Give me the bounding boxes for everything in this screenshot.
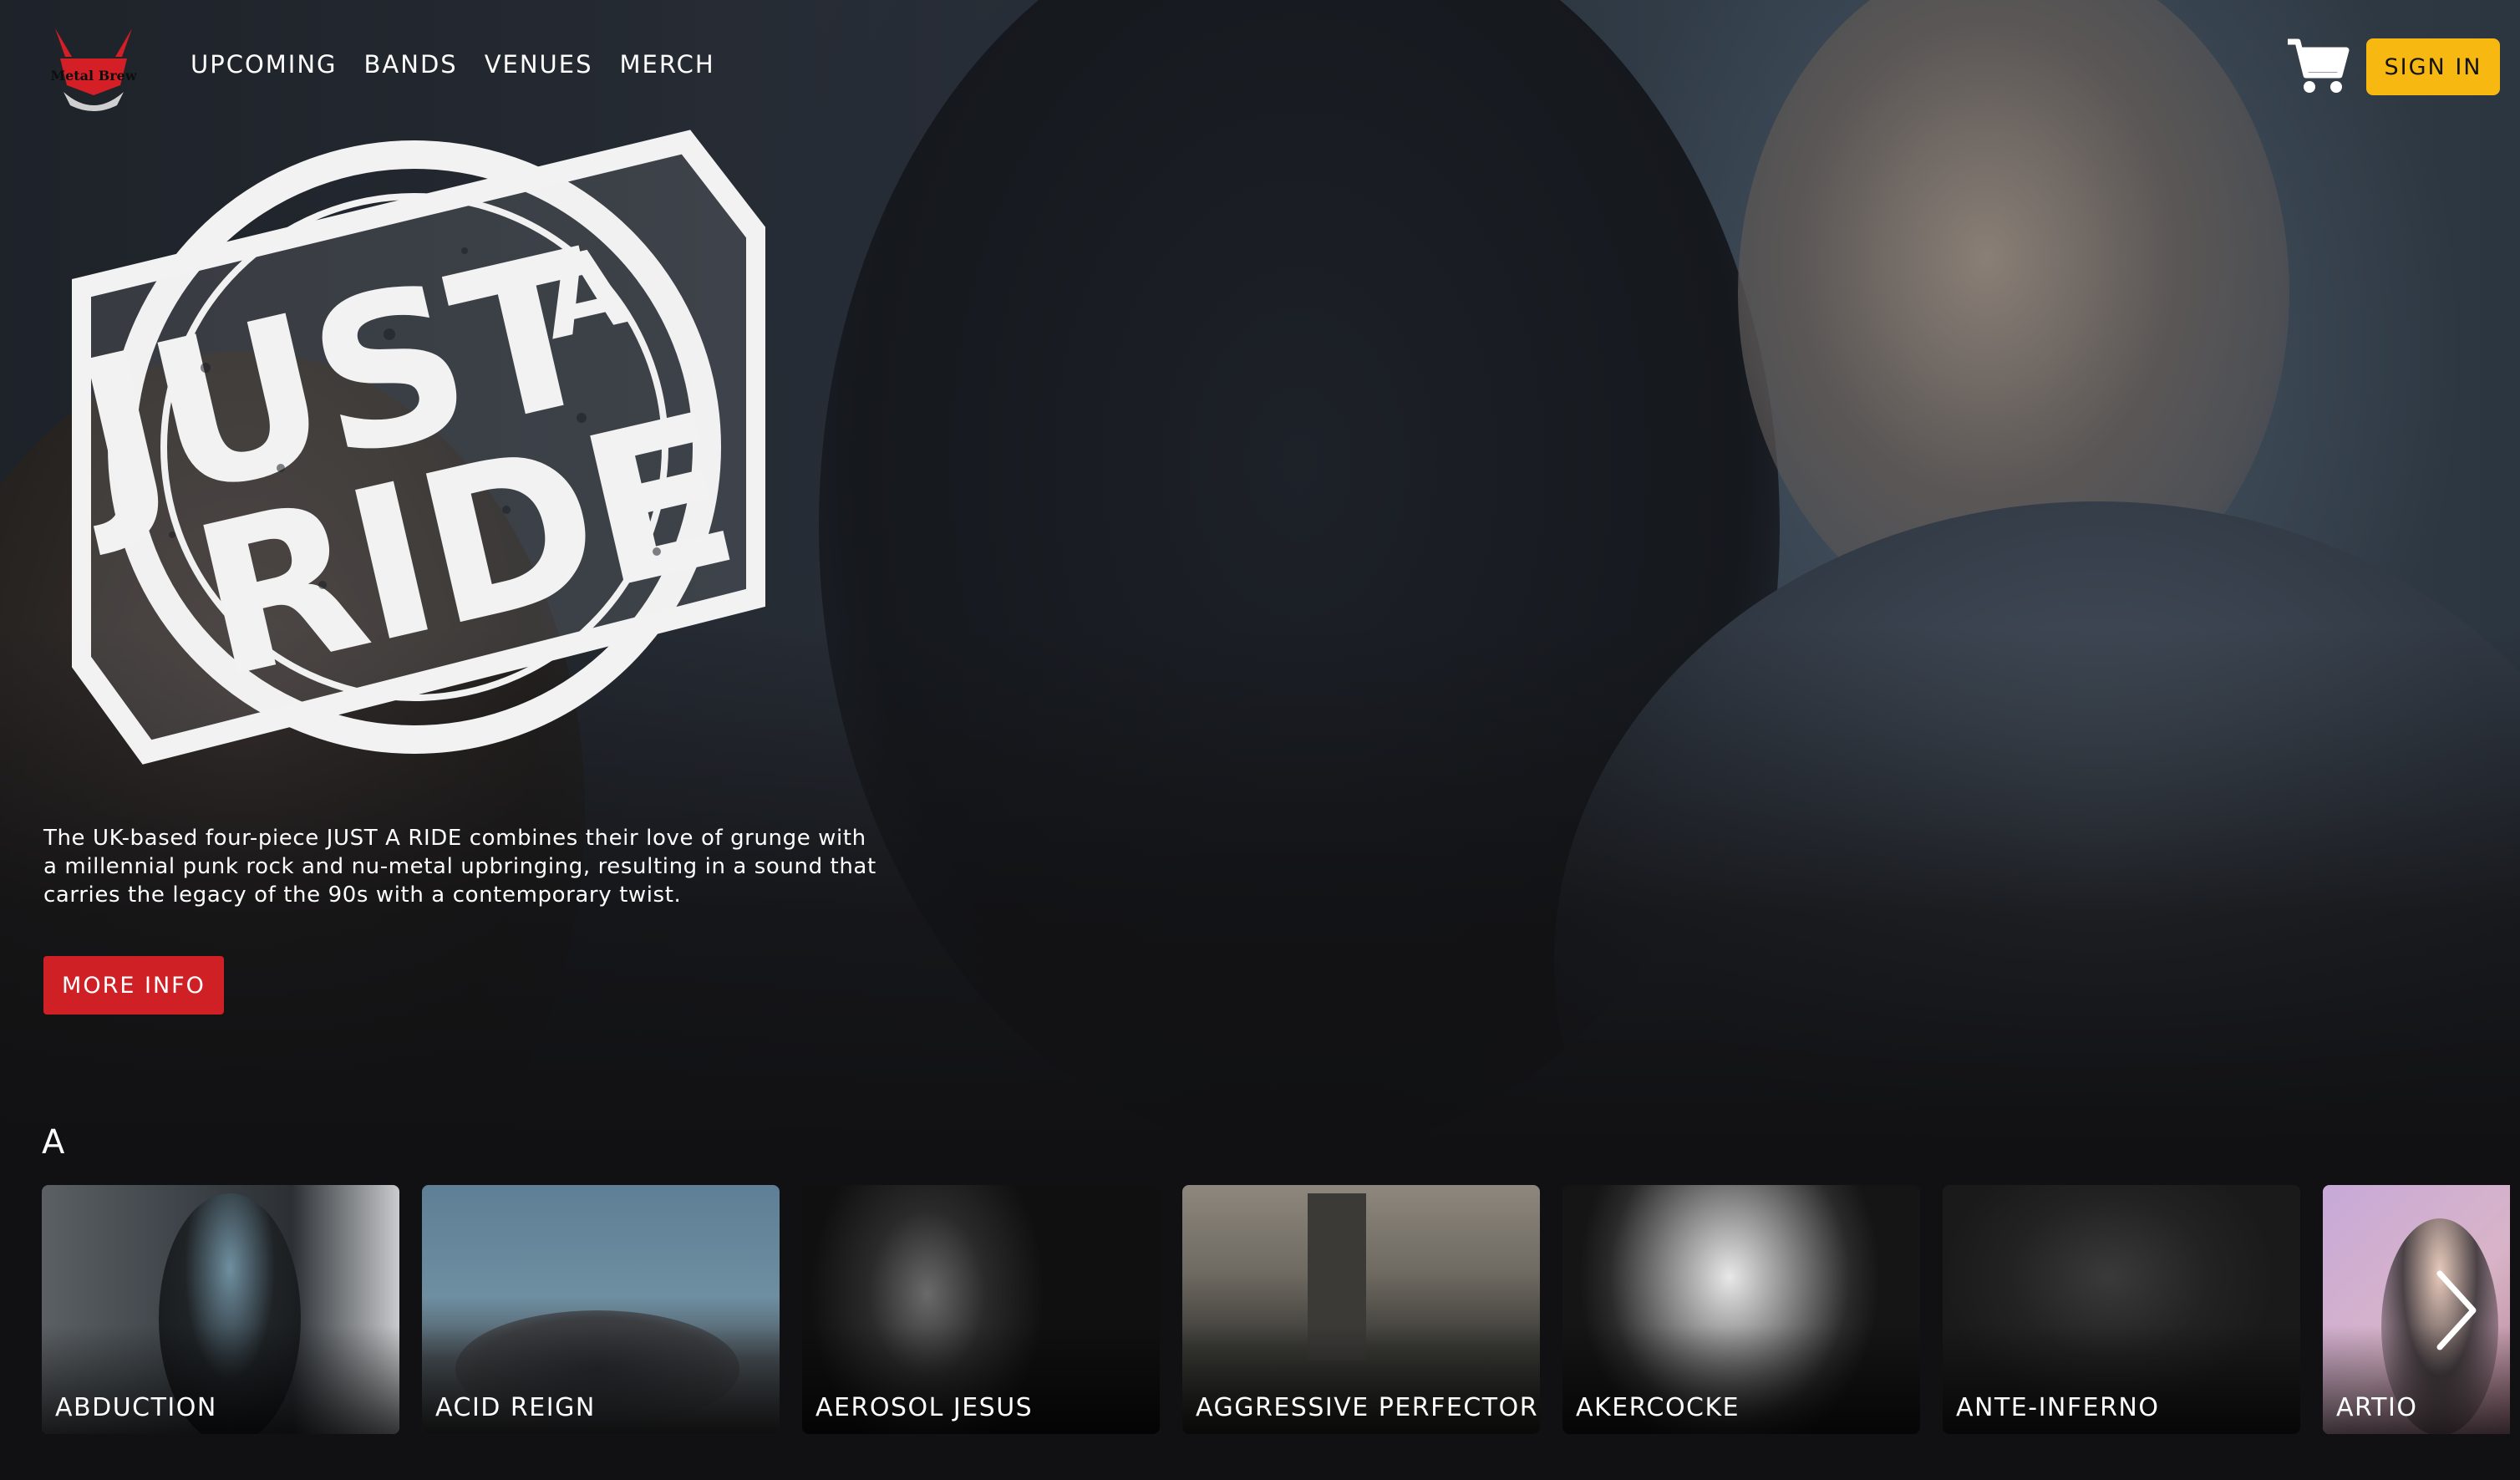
band-card-aggressive-perfector[interactable]: AGGRESSIVE PERFECTOR	[1182, 1185, 1540, 1434]
nav-merch[interactable]: MERCH	[620, 50, 715, 79]
band-card-name: ACID REIGN	[435, 1393, 596, 1422]
site-logo[interactable]: Metal Brew	[43, 18, 144, 119]
more-info-button[interactable]: MORE INFO	[43, 956, 224, 1015]
shopping-cart-icon[interactable]	[2286, 37, 2350, 97]
nav-bands[interactable]: BANDS	[364, 50, 458, 79]
sign-in-button[interactable]: SIGN IN	[2366, 38, 2500, 95]
band-card-row: ABDUCTION ACID REIGN AEROSOL JESUS AGGRE…	[42, 1185, 2510, 1434]
hero-banner: JUST A RIDE	[0, 0, 2520, 1145]
band-card-akercocke[interactable]: AKERCOCKE	[1562, 1185, 1920, 1434]
chevron-right-icon[interactable]	[2430, 1267, 2483, 1354]
hero-description: The UK-based four-piece JUST A RIDE comb…	[43, 826, 876, 908]
band-card-name: AGGRESSIVE PERFECTOR	[1196, 1393, 1539, 1422]
top-navigation-bar: Metal Brew UPCOMING BANDS VENUES MERCH S…	[0, 0, 2520, 134]
band-card-name: AEROSOL JESUS	[815, 1393, 1034, 1422]
band-card-name: ANTE-INFERNO	[1956, 1393, 2160, 1422]
band-row-letter-heading: A	[42, 1123, 65, 1162]
band-card-abduction[interactable]: ABDUCTION	[42, 1185, 399, 1434]
band-card-name: ABDUCTION	[55, 1393, 217, 1422]
band-card-aerosol-jesus[interactable]: AEROSOL JESUS	[802, 1185, 1160, 1434]
nav-upcoming[interactable]: UPCOMING	[191, 50, 338, 79]
band-card-name: ARTIO	[2336, 1393, 2418, 1422]
band-card-ante-inferno[interactable]: ANTE-INFERNO	[1943, 1185, 2300, 1434]
main-nav: UPCOMING BANDS VENUES MERCH	[191, 50, 715, 79]
band-logo-just-a-ride: JUST A RIDE	[72, 130, 765, 765]
nav-venues[interactable]: VENUES	[485, 50, 593, 79]
site-logo-text: Metal Brew	[50, 68, 137, 84]
band-card-name: AKERCOCKE	[1576, 1393, 1740, 1422]
band-card-acid-reign[interactable]: ACID REIGN	[422, 1185, 780, 1434]
